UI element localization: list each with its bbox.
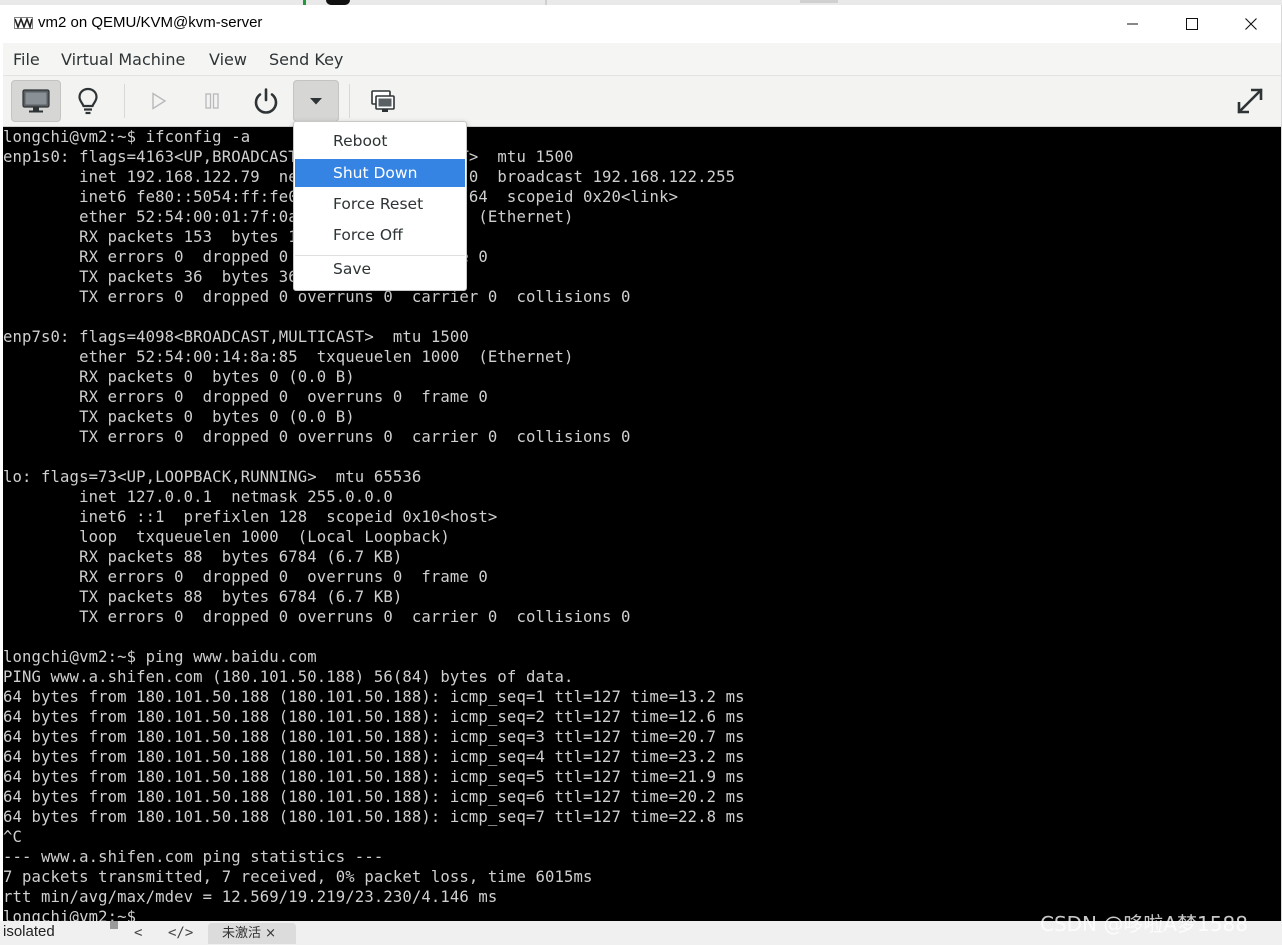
run-button[interactable] [135,80,181,122]
fullscreen-button[interactable] [1227,80,1273,122]
maximize-button[interactable] [1163,5,1221,43]
menu-item-save[interactable]: Save [295,255,465,283]
chevron-down-icon [310,98,322,105]
power-icon [254,88,278,114]
console-line: RX errors 0 dropped 0 overruns 0 frame 0 [3,388,488,406]
menu-item-reboot[interactable]: Reboot [295,127,465,155]
console-line: 64 bytes from 180.101.50.188 (180.101.50… [3,728,745,746]
console-line: longchi@vm2:~$ [3,908,137,921]
snapshots-icon [371,90,395,112]
menu-file[interactable]: File [13,50,40,69]
console-line: ^C [3,828,23,846]
minimize-button[interactable] [1104,5,1162,43]
menu-send-key[interactable]: Send Key [269,50,343,69]
editor-tab[interactable]: 未激活 × [208,923,296,944]
console-line: longchi@vm2:~$ ping www.baidu.com [3,648,317,666]
close-button[interactable] [1222,5,1280,43]
shutdown-menu: Reboot Shut Down Force Reset Force Off S… [293,121,467,291]
menu-item-shut-down[interactable]: Shut Down [295,159,465,187]
console-line: enp7s0: flags=4098<BROADCAST,MULTICAST> … [3,328,469,346]
console-line: 7 packets transmitted, 7 received, 0% pa… [3,868,593,886]
console-line: 64 bytes from 180.101.50.188 (180.101.50… [3,808,745,826]
console-line: TX errors 0 dropped 0 overruns 0 carrier… [3,608,631,626]
console-line: 64 bytes from 180.101.50.188 (180.101.50… [3,708,745,726]
menu-view[interactable]: View [209,50,247,69]
status-marker [110,921,118,929]
console-line: TX packets 0 bytes 0 (0.0 B) [3,408,355,426]
console-line: 64 bytes from 180.101.50.188 (180.101.50… [3,768,745,786]
console-line: lo: flags=73<UP,LOOPBACK,RUNNING> mtu 65… [3,468,422,486]
lightbulb-icon [78,87,98,115]
console-line: ether 52:54:00:14:8a:85 txqueuelen 1000 … [3,348,574,366]
console-view-button[interactable] [11,80,61,122]
console-line: ether 52:54:00:01:7f:0a txqueuelen 1000 … [3,208,574,226]
code-nav-icon[interactable]: </> [168,925,193,941]
back-nav-icon[interactable]: < [134,925,142,941]
play-icon [152,92,167,110]
menu-item-force-reset[interactable]: Force Reset [295,190,465,218]
menu-virtual-machine[interactable]: Virtual Machine [61,50,185,69]
console-line: loop txqueuelen 1000 (Local Loopback) [3,528,450,546]
menu-bar: File Virtual Machine View Send Key [3,43,1281,76]
shutdown-menu-button[interactable] [293,80,339,122]
console-line: TX errors 0 dropped 0 overruns 0 carrier… [3,428,631,446]
close-icon [1245,18,1257,30]
console-line: TX packets 88 bytes 6784 (6.7 KB) [3,588,403,606]
toolbar [3,76,1281,127]
toolbar-separator [349,84,350,118]
console-line: RX errors 0 dropped 0 overruns 0 frame 0 [3,568,488,586]
console-line: 64 bytes from 180.101.50.188 (180.101.50… [3,688,745,706]
monitor-icon [22,89,50,113]
fullscreen-icon [1237,88,1263,114]
snapshots-button[interactable] [360,80,406,122]
console-line: inet6 ::1 prefixlen 128 scopeid 0x10<hos… [3,508,498,526]
console-line: longchi@vm2:~$ ifconfig -a [3,128,251,146]
menu-item-force-off[interactable]: Force Off [295,221,465,249]
console-line: inet 127.0.0.1 netmask 255.0.0.0 [3,488,393,506]
guest-console[interactable]: longchi@vm2:~$ ifconfig -a enp1s0: flags=… [3,127,1281,921]
maximize-icon [1186,18,1198,30]
vm-console-window: vm2 on QEMU/KVM@kvm-server File Virtual … [3,5,1282,921]
window-title: vm2 on QEMU/KVM@kvm-server [38,14,263,31]
console-line: PING www.a.shifen.com (180.101.50.188) 5… [3,668,574,686]
pause-button[interactable] [189,80,235,122]
pause-icon [205,93,219,109]
console-line: RX packets 0 bytes 0 (0.0 B) [3,368,355,386]
title-bar[interactable]: vm2 on QEMU/KVM@kvm-server [3,5,1281,43]
console-line: 64 bytes from 180.101.50.188 (180.101.50… [3,788,745,806]
power-button[interactable] [243,80,289,122]
minimize-icon [1127,23,1138,25]
console-line: rtt min/avg/max/mdev = 12.569/19.219/23.… [3,888,498,906]
details-view-button[interactable] [65,80,111,122]
console-line: RX packets 88 bytes 6784 (6.7 KB) [3,548,403,566]
virt-manager-icon [14,17,33,29]
network-status: isolated [3,923,55,940]
console-line: --- www.a.shifen.com ping statistics --- [3,848,384,866]
console-line: enp1s0: flags=4163<UP,BROADCAST,RUNNING,… [3,148,574,166]
console-line: 64 bytes from 180.101.50.188 (180.101.50… [3,748,745,766]
watermark: CSDN @哆啦A梦1588 [1040,912,1248,936]
toolbar-separator [124,84,125,118]
